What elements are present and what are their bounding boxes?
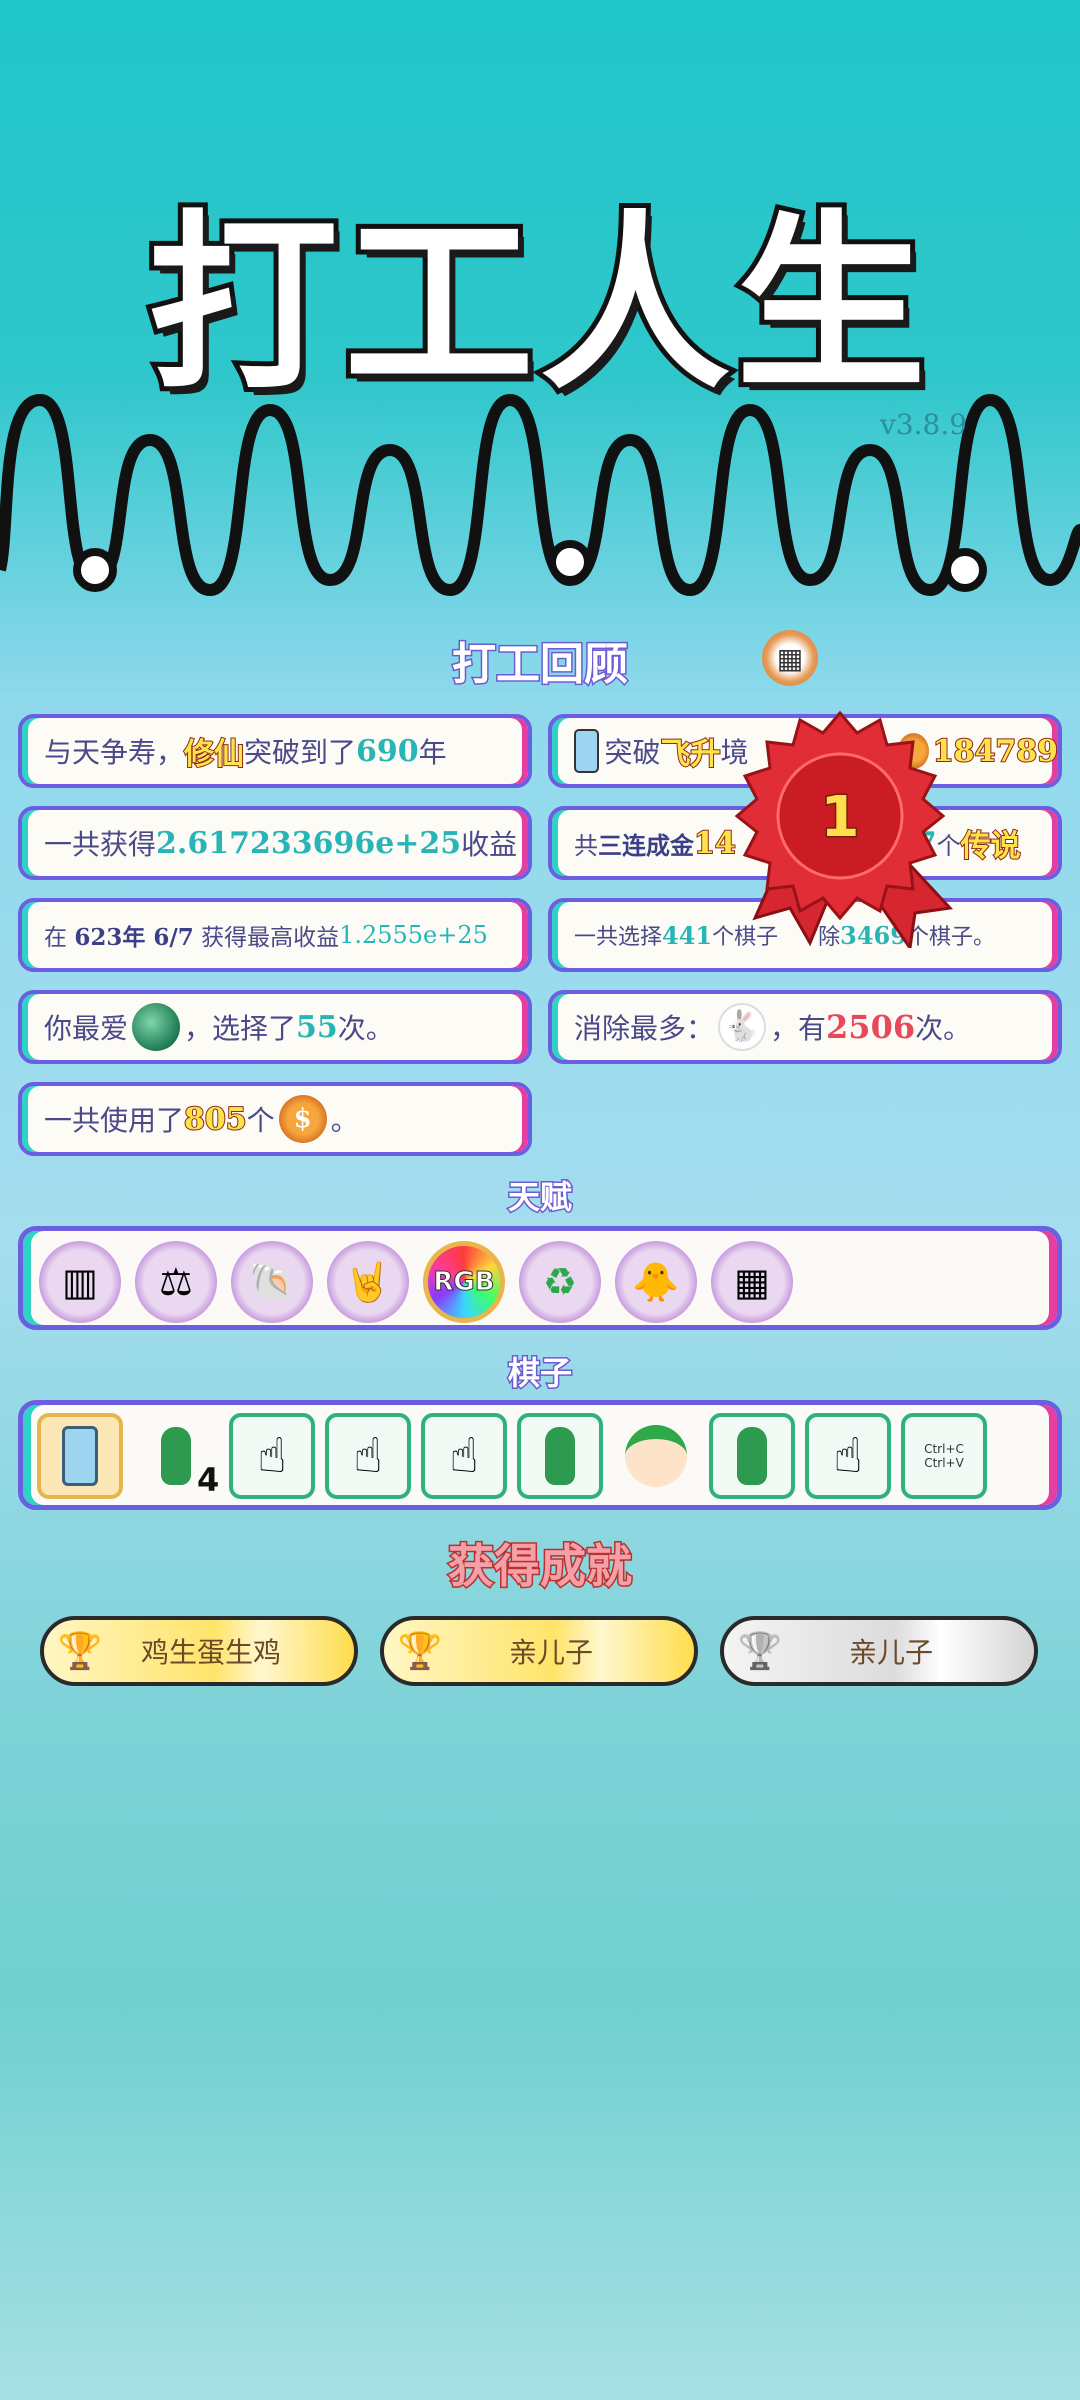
talent-panel: ▥ ⚖ 🐚 🤘 RGB ♻ 🐥 ▦ [18,1226,1062,1330]
rank-badge: 1 [735,710,954,948]
bottle-icon[interactable] [709,1413,795,1499]
rank-number: 1 [821,785,860,850]
pointer-icon[interactable]: ☝ [805,1413,891,1499]
talent-heading: 天赋 [506,1177,573,1218]
trophy-icon: 🏆 [397,1631,443,1672]
skirt-icon[interactable]: ▥ [39,1241,121,1323]
card-coins-used: 一共使用了 805 个 $。 [18,1082,532,1156]
tablet-icon[interactable]: ▦ [711,1241,793,1323]
pieces-heading: 棋子 [506,1353,573,1394]
bottle-count: 4 [197,1461,220,1499]
version-label: v3.8.9 [880,408,968,441]
card-favorite: 你最爱 ，选择了 55 次。 [18,990,532,1064]
rgb-icon[interactable]: RGB [423,1241,505,1323]
copy-paste-icon[interactable]: Ctrl+C Ctrl+V [901,1413,987,1499]
achievements-heading: 获得成就 [447,1538,634,1595]
trophy-icon: 🏆 [737,1631,783,1672]
fridge-icon [574,729,599,773]
balance-icon[interactable]: ⚖ [135,1241,217,1323]
card-total-income: 一共获得 2.617233696e+25 收益 [18,806,532,880]
achievement-badge[interactable]: 🏆 亲儿子 [720,1616,1038,1686]
achievement-badge[interactable]: 🏆 亲儿子 [380,1616,698,1686]
pointer-icon[interactable]: ☝ [421,1413,507,1499]
recycle-icon[interactable]: ♻ [519,1241,601,1323]
card-cultivation: 与天争寿， 修仙 突破到了 690 年 [18,714,532,788]
pieces-panel: 4 ☝ ☝ ☝ ☝ Ctrl+C Ctrl+V [18,1400,1062,1510]
rabbit-icon: 🐇 [718,1003,767,1051]
dollar-coin-icon: $ [278,1095,327,1143]
bag-icon: ▦ [762,630,818,686]
pointer-icon[interactable]: ☝ [229,1413,315,1499]
pointer-icon[interactable]: ☝ [325,1413,411,1499]
fridge-icon[interactable] [37,1413,123,1499]
shell-icon[interactable]: 🐚 [231,1241,313,1323]
chick-icon[interactable]: 🐥 [615,1241,697,1323]
bottle-icon[interactable]: 4 [133,1413,219,1499]
rock-hand-icon[interactable]: 🤘 [327,1241,409,1323]
achievement-badge[interactable]: 🏆 鸡生蛋生鸡 [40,1616,358,1686]
card-most-eliminated: 消除最多： 🐇 ，有 2506 次。 [548,990,1062,1064]
card-best-income: 在 623年 6/7 获得最高收益 1.2555e+25 [18,898,532,972]
trophy-icon: 🏆 [57,1631,103,1672]
face-icon[interactable] [613,1413,699,1499]
orb-icon [132,1003,181,1051]
review-heading: 打工回顾 [451,638,630,692]
bottle-icon[interactable] [517,1413,603,1499]
